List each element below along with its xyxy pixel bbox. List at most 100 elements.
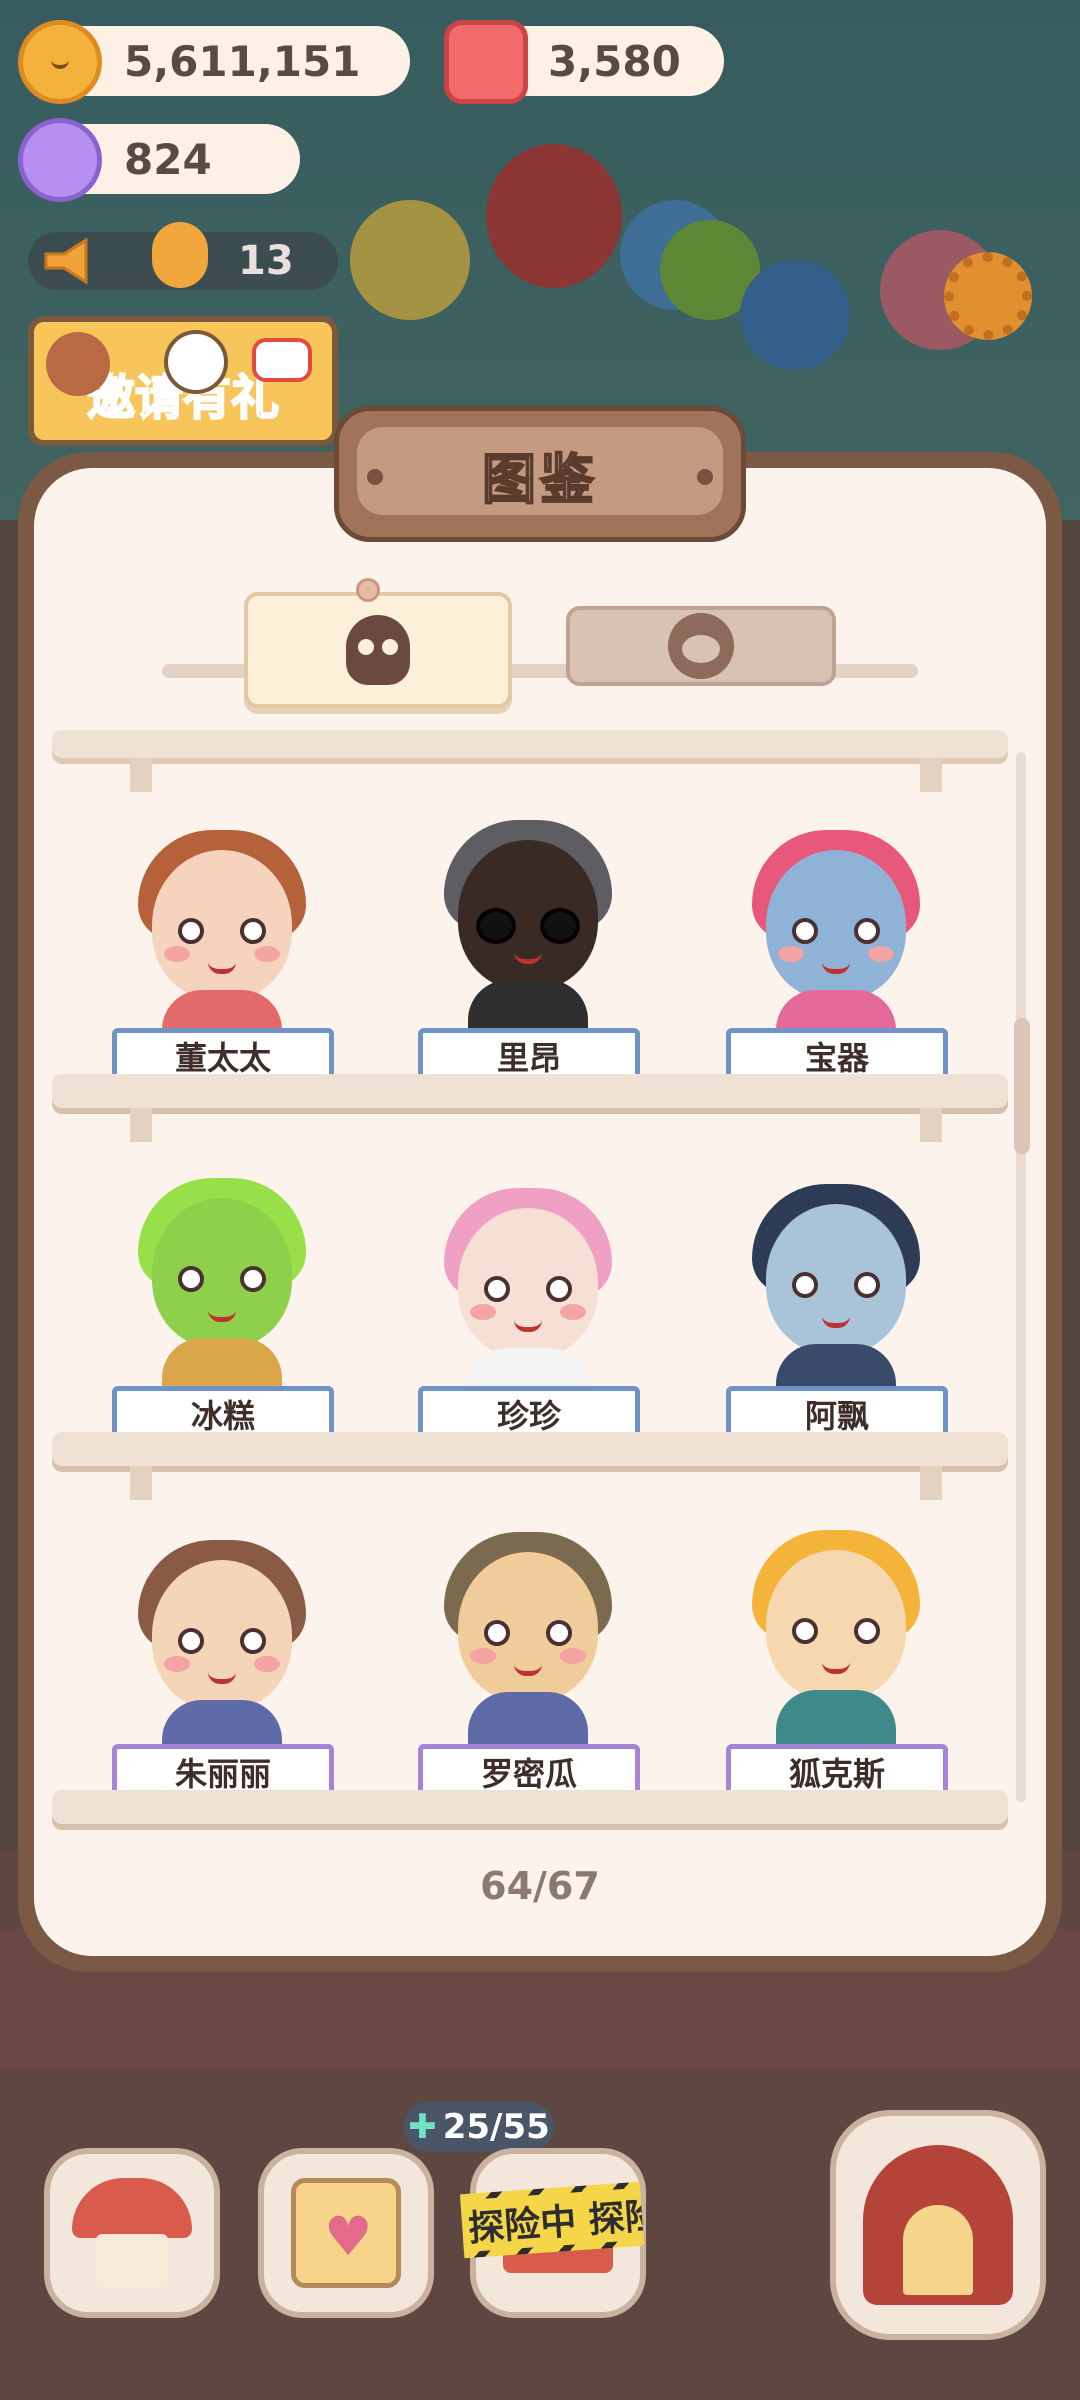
character-card[interactable] — [428, 1532, 628, 1762]
character-name: 阿飘 — [804, 1397, 869, 1435]
shelf-bracket — [130, 1466, 152, 1500]
shelf-bracket — [130, 758, 152, 792]
character-cheek — [560, 1648, 586, 1664]
expedition-status-tape: 探险中 探险 — [459, 2181, 645, 2259]
character-eye — [540, 908, 580, 944]
tab-pin — [356, 578, 380, 602]
energy-badge: ✚ 25/55 — [404, 2102, 554, 2152]
character-eye — [546, 1620, 572, 1646]
shelf-top — [52, 730, 1008, 758]
diary-button[interactable] — [258, 2148, 434, 2318]
collection-progress: 64/67 — [480, 1864, 600, 1908]
character-eye — [484, 1276, 510, 1302]
character-eye — [178, 918, 204, 944]
character-cheek — [470, 1648, 496, 1664]
dialog-title: 图鉴 — [481, 447, 598, 512]
character-head — [152, 1560, 292, 1710]
character-cheek — [868, 946, 894, 962]
character-head — [766, 850, 906, 1000]
plus-icon: ✚ — [408, 2107, 437, 2147]
scrollbar-track[interactable] — [1016, 752, 1026, 1802]
character-card[interactable] — [428, 820, 628, 1050]
character-name: 董太太 — [174, 1039, 271, 1077]
character-eye — [178, 1266, 204, 1292]
character-head — [766, 1204, 906, 1354]
home-button[interactable] — [44, 2148, 220, 2318]
invite-avatar — [46, 332, 110, 396]
theater-button[interactable] — [830, 2110, 1046, 2340]
smile-icon — [164, 330, 228, 394]
character-head — [458, 1208, 598, 1358]
character-name: 宝器 — [804, 1039, 869, 1077]
character-name: 朱丽丽 — [174, 1755, 271, 1793]
expedition-status: 探险中 探险 — [460, 2187, 644, 2253]
dialog-title-plate: 图鉴 — [334, 406, 746, 542]
skull-icon — [346, 615, 410, 685]
candy-count: 824 — [124, 134, 212, 184]
character-name: 罗密瓜 — [480, 1755, 577, 1793]
character-eye — [476, 908, 516, 944]
character-eye — [484, 1620, 510, 1646]
character-eye — [240, 1266, 266, 1292]
character-cheek — [778, 946, 804, 962]
tab-residents[interactable] — [566, 606, 836, 686]
character-name: 狐克斯 — [788, 1755, 885, 1793]
character-card[interactable] — [122, 830, 322, 1060]
tab-monsters[interactable] — [244, 592, 512, 708]
face-icon — [668, 613, 734, 679]
character-card[interactable] — [736, 830, 936, 1060]
megaphone-icon — [44, 237, 88, 285]
settings-gear-icon[interactable] — [944, 252, 1032, 340]
character-card[interactable] — [428, 1188, 628, 1418]
invite-button[interactable]: 邀请有礼 — [28, 316, 338, 446]
nail-left — [367, 469, 383, 485]
character-cheek — [560, 1304, 586, 1320]
character-eye — [546, 1276, 572, 1302]
character-head — [458, 1552, 598, 1702]
shelf — [52, 1432, 1008, 1466]
character-eye — [792, 1272, 818, 1298]
scrollbar-thumb[interactable] — [1014, 1018, 1030, 1154]
character-head — [152, 850, 292, 1000]
theater-icon — [863, 2145, 1013, 2305]
character-cheek — [254, 946, 280, 962]
character-eye — [854, 918, 880, 944]
character-cheek — [164, 1656, 190, 1672]
character-head — [766, 1550, 906, 1700]
character-cheek — [164, 946, 190, 962]
character-card[interactable] — [122, 1178, 322, 1408]
jelly-count: 3,580 — [548, 36, 681, 86]
character-eye — [240, 1628, 266, 1654]
character-eye — [178, 1628, 204, 1654]
character-card[interactable] — [122, 1540, 322, 1770]
character-card[interactable] — [736, 1530, 936, 1760]
energy-count: 25/55 — [442, 2107, 550, 2147]
character-eye — [854, 1618, 880, 1644]
notebook-icon — [291, 2178, 401, 2288]
announcement-count: 13 — [238, 238, 294, 284]
character-eye — [792, 918, 818, 944]
character-name: 珍珍 — [496, 1397, 561, 1435]
character-name: 里昂 — [496, 1039, 561, 1077]
character-card[interactable] — [736, 1184, 936, 1414]
character-head — [152, 1198, 292, 1348]
shelf — [52, 1790, 1008, 1824]
nail-right — [697, 469, 713, 485]
character-eye — [792, 1618, 818, 1644]
character-cheek — [470, 1304, 496, 1320]
jelly-icon — [444, 20, 528, 104]
character-eye — [854, 1272, 880, 1298]
character-name: 冰糕 — [190, 1397, 255, 1435]
character-cheek — [254, 1656, 280, 1672]
mushroom-house-icon — [72, 2178, 192, 2288]
character-eye — [240, 918, 266, 944]
announcement-avatar — [152, 222, 208, 288]
chat-bubble-icon — [252, 338, 312, 382]
shelf-bracket — [920, 758, 942, 792]
cookie-icon — [18, 20, 102, 104]
shelf-bracket — [920, 1466, 942, 1500]
shelf-bracket — [920, 1108, 942, 1142]
shelf-bracket — [130, 1108, 152, 1142]
shelf — [52, 1074, 1008, 1108]
cookie-count: 5,611,151 — [124, 36, 361, 86]
